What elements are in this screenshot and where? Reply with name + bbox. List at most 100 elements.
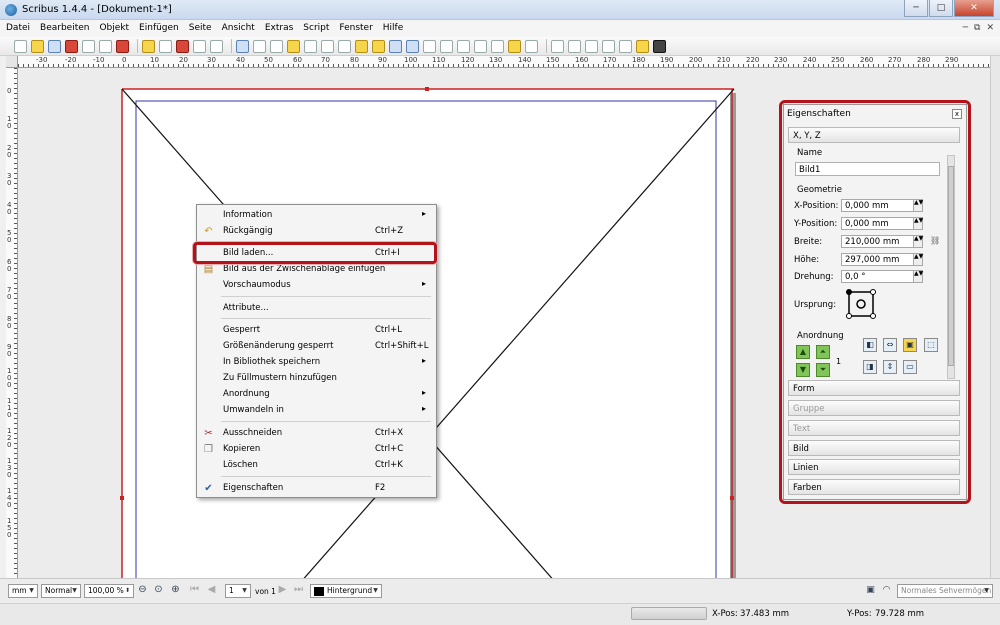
x-position-field[interactable]: 0,000 mm [841, 199, 914, 212]
menu-item-convert-to[interactable]: Umwandeln in ▸ [197, 403, 436, 418]
rotation-field[interactable]: 0,0 ° [841, 270, 914, 283]
size-lock-icon[interactable]: ▭ [903, 360, 917, 374]
flip-horizontal-icon[interactable]: ⇔ [883, 338, 897, 352]
layer-select[interactable]: Hintergrund ▼ [310, 584, 382, 598]
doc-minimize-button[interactable]: ─ [963, 23, 968, 33]
preview-toggle-icon[interactable]: ◠ [880, 584, 893, 597]
redo-icon[interactable] [159, 39, 172, 53]
previous-page-icon[interactable]: ◀ [205, 584, 218, 597]
pdf-checkbox-icon[interactable] [585, 39, 598, 53]
edit-contents-icon[interactable] [423, 39, 436, 53]
menu-item-undo[interactable]: ↶ Rückgängig Ctrl+Z [197, 224, 436, 239]
zoom-field[interactable]: 100,00 % ⬍ [84, 584, 134, 598]
menu-item-size-locked[interactable]: Größenänderung gesperrt Ctrl+Shift+L [197, 339, 436, 354]
frame-handle[interactable] [425, 87, 429, 91]
frame-handle[interactable] [730, 496, 734, 500]
x-position-spinner[interactable]: ▲▼ [913, 199, 923, 212]
text-frame-icon[interactable] [253, 39, 266, 53]
width-spinner[interactable]: ▲▼ [913, 235, 923, 248]
vertical-ruler[interactable]: 0 10 20 30 40 50 60 70 80 90 100 110 120… [6, 68, 18, 578]
menu-item-arrangement[interactable]: Anordnung ▸ [197, 387, 436, 402]
pdf-link-icon[interactable] [653, 39, 666, 53]
rotation-spinner[interactable]: ▲▼ [913, 270, 923, 283]
doc-restore-button[interactable]: ⧉ [974, 23, 980, 33]
menu-extras[interactable]: Extras [265, 23, 293, 33]
height-field[interactable]: 297,000 mm [841, 253, 914, 266]
raise-to-top-icon[interactable]: ⏶ [816, 345, 830, 359]
menu-ansicht[interactable]: Ansicht [222, 23, 255, 33]
pdf-button-icon[interactable] [551, 39, 564, 53]
select-tool-icon[interactable] [236, 39, 249, 53]
ruler-origin[interactable] [6, 56, 18, 68]
chain-link-icon[interactable]: ⛓ [930, 237, 940, 261]
menu-objekt[interactable]: Objekt [99, 23, 129, 33]
close-panel-button[interactable]: x [952, 109, 962, 119]
section-lines[interactable]: Linien [788, 459, 960, 475]
menu-item-paste-image-from-clipboard[interactable]: ▤ Bild aus der Zwischenablage einfügen [197, 262, 436, 277]
menu-einfuegen[interactable]: Einfügen [139, 23, 179, 33]
menu-seite[interactable]: Seite [189, 23, 212, 33]
first-page-icon[interactable]: ⏮ [188, 584, 201, 597]
unlink-frames-icon[interactable] [474, 39, 487, 53]
link-frames-icon[interactable] [457, 39, 470, 53]
table-icon[interactable] [287, 39, 300, 53]
measure-icon[interactable] [491, 39, 504, 53]
cut-icon[interactable] [176, 39, 189, 53]
print-enabled-icon[interactable]: ◨ [863, 360, 877, 374]
preflight-icon[interactable] [99, 39, 112, 53]
open-folder-icon[interactable] [31, 39, 44, 53]
menu-script[interactable]: Script [303, 23, 329, 33]
freehand-icon[interactable] [372, 39, 385, 53]
zoom-out-icon[interactable]: ⊖ [136, 584, 149, 597]
menu-item-save-to-library[interactable]: In Bibliothek speichern ▸ [197, 355, 436, 370]
raise-icon[interactable]: ▲ [796, 345, 810, 359]
y-position-field[interactable]: 0,000 mm [841, 217, 914, 230]
name-field[interactable]: Bild1 [795, 162, 940, 176]
menu-item-preview-mode[interactable]: Vorschaumodus ▸ [197, 278, 436, 293]
height-spinner[interactable]: ▲▼ [913, 253, 923, 266]
vision-select[interactable]: Normales Sehvermögen ▼ [897, 584, 993, 598]
pdf-combobox-icon[interactable] [602, 39, 615, 53]
export-pdf-icon[interactable] [116, 39, 129, 53]
last-page-icon[interactable]: ⏭ [292, 584, 305, 597]
edit-text-icon[interactable] [440, 39, 453, 53]
polygon-icon[interactable] [321, 39, 334, 53]
save-icon[interactable] [48, 39, 61, 53]
maximize-button[interactable]: □ [929, 0, 953, 17]
origin-selector-icon[interactable] [845, 288, 877, 320]
menu-item-attributes[interactable]: Attribute... [197, 301, 436, 316]
pdf-textfield-icon[interactable] [568, 39, 581, 53]
panel-scrollbar[interactable] [947, 155, 955, 379]
print-icon[interactable] [82, 39, 95, 53]
vertical-scrollbar[interactable] [990, 56, 1000, 578]
y-position-spinner[interactable]: ▲▼ [913, 217, 923, 230]
bezier-icon[interactable] [355, 39, 368, 53]
width-field[interactable]: 210,000 mm [841, 235, 914, 248]
section-xyz[interactable]: X, Y, Z [788, 127, 960, 143]
menu-item-delete[interactable]: Löschen Ctrl+K [197, 458, 436, 473]
next-page-icon[interactable]: ▶ [276, 584, 289, 597]
close-document-icon[interactable] [65, 39, 78, 53]
pdf-listbox-icon[interactable] [619, 39, 632, 53]
image-frame-icon[interactable] [270, 39, 283, 53]
horizontal-ruler[interactable]: -30 -20 -10 0 10 20 30 40 50 60 70 80 90… [18, 56, 990, 68]
copy-properties-icon[interactable] [508, 39, 521, 53]
section-colors[interactable]: Farben [788, 479, 960, 495]
lower-to-bottom-icon[interactable]: ⏷ [816, 363, 830, 377]
undo-icon[interactable] [142, 39, 155, 53]
menu-item-add-to-patterns[interactable]: Zu Füllmustern hinzufügen [197, 371, 436, 386]
rotate-icon[interactable] [389, 39, 402, 53]
frame-bounds-icon[interactable]: ⬚ [924, 338, 938, 352]
menu-hilfe[interactable]: Hilfe [383, 23, 403, 33]
zoom-icon[interactable] [406, 39, 419, 53]
view-mode-select[interactable]: Normal ▼ [41, 584, 81, 598]
section-form[interactable]: Form [788, 380, 960, 396]
doc-close-button[interactable]: ✕ [986, 23, 994, 33]
shape-icon[interactable] [304, 39, 317, 53]
line-icon[interactable] [338, 39, 351, 53]
close-button[interactable]: ✕ [954, 0, 994, 17]
menu-item-locked[interactable]: Gesperrt Ctrl+L [197, 323, 436, 338]
new-document-icon[interactable] [14, 39, 27, 53]
menu-item-copy[interactable]: ❐ Kopieren Ctrl+C [197, 442, 436, 457]
zoom-in-icon[interactable]: ⊕ [169, 584, 182, 597]
